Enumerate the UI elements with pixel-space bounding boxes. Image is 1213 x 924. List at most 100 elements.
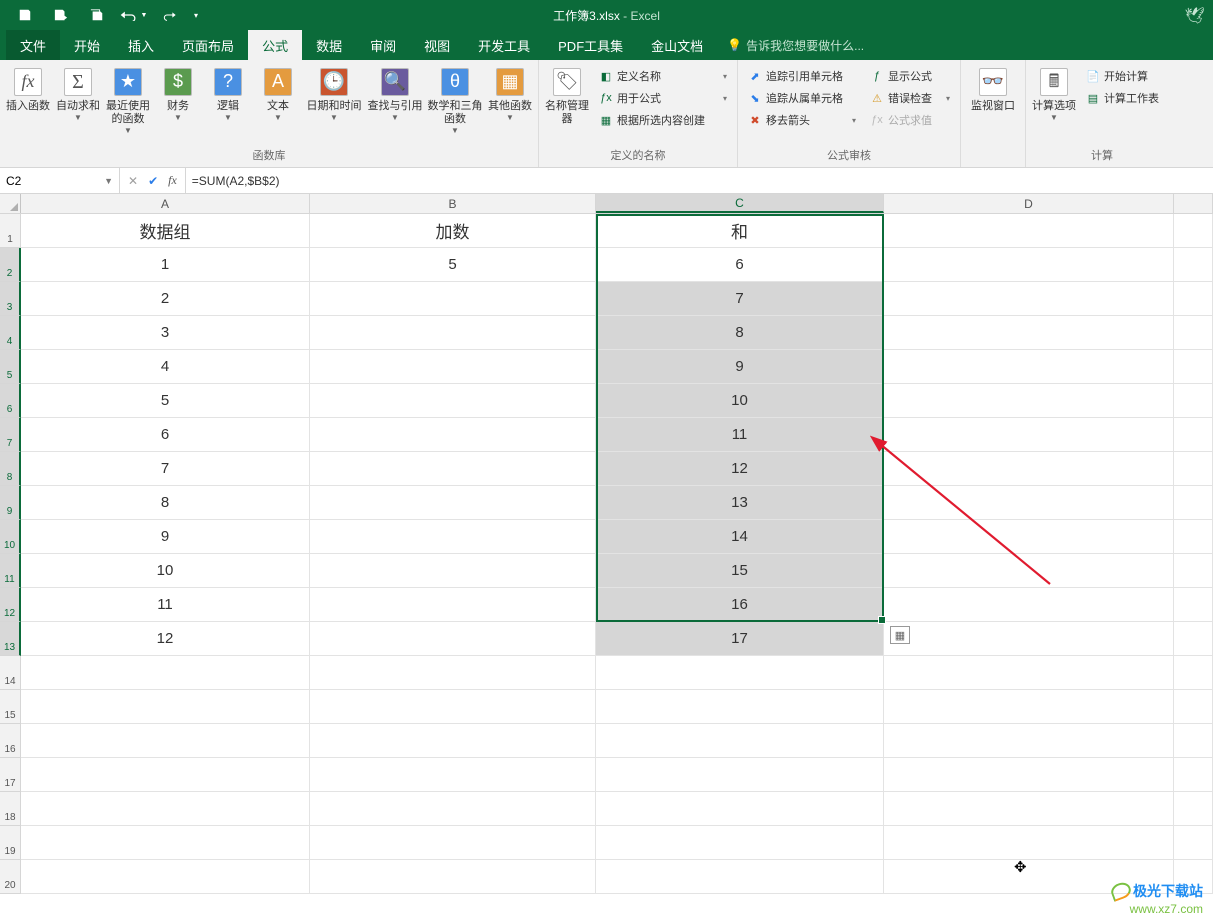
cell[interactable] [310, 486, 596, 520]
cell[interactable] [310, 860, 596, 894]
col-header-A[interactable]: A [21, 194, 310, 213]
cell[interactable] [884, 588, 1174, 622]
worksheet[interactable]: A B C D 1数据组加数和2156327438549651076118712… [0, 194, 1213, 924]
cell[interactable] [310, 520, 596, 554]
cell[interactable] [1174, 282, 1213, 316]
cell[interactable]: 6 [596, 248, 884, 282]
tab-formulas[interactable]: 公式 [248, 30, 302, 60]
cell[interactable] [884, 214, 1174, 248]
cell[interactable] [21, 690, 310, 724]
btn-text[interactable]: A文本▼ [254, 64, 302, 142]
tab-view[interactable]: 视图 [410, 30, 464, 60]
cell[interactable] [1174, 622, 1213, 656]
cell[interactable] [884, 622, 1174, 656]
name-box[interactable]: C2 ▼ [0, 168, 120, 193]
cell[interactable]: 数据组 [21, 214, 310, 248]
cell[interactable]: 7 [21, 452, 310, 486]
enter-icon[interactable]: ✔ [148, 174, 158, 188]
cell[interactable]: 2 [21, 282, 310, 316]
cell[interactable] [1174, 690, 1213, 724]
btn-calc-now[interactable]: 📄开始计算 [1084, 66, 1170, 86]
row-header[interactable]: 3 [0, 282, 21, 316]
tab-review[interactable]: 审阅 [356, 30, 410, 60]
row-header[interactable]: 14 [0, 656, 21, 690]
row-header[interactable]: 5 [0, 350, 21, 384]
cell[interactable]: 9 [21, 520, 310, 554]
cell[interactable] [310, 588, 596, 622]
btn-calc-options[interactable]: 🖩计算选项▼ [1030, 64, 1078, 142]
cell[interactable]: 17 [596, 622, 884, 656]
row-header[interactable]: 12 [0, 588, 21, 622]
cell[interactable]: 10 [21, 554, 310, 588]
cell[interactable] [884, 316, 1174, 350]
cell[interactable] [884, 554, 1174, 588]
cell[interactable] [884, 452, 1174, 486]
btn-calc-sheet[interactable]: ▤计算工作表 [1084, 88, 1170, 108]
cell[interactable] [1174, 520, 1213, 554]
btn-lookup[interactable]: 🔍查找与引用▼ [366, 64, 424, 142]
col-header-C[interactable]: C [596, 194, 884, 213]
btn-create-from-sel[interactable]: ▦根据所选内容创建 [597, 110, 729, 130]
cell[interactable] [310, 690, 596, 724]
qat-redo[interactable] [152, 0, 186, 30]
cell[interactable] [21, 724, 310, 758]
cell[interactable] [310, 758, 596, 792]
btn-trace-dependents[interactable]: ⬊追踪从属单元格 [746, 88, 858, 108]
row-header[interactable]: 13 [0, 622, 21, 656]
qat-save[interactable] [8, 0, 42, 30]
select-all-corner[interactable] [0, 194, 21, 213]
btn-show-formulas[interactable]: ƒ显示公式 [868, 66, 952, 86]
name-box-dropdown[interactable]: ▼ [98, 176, 119, 186]
cell[interactable] [310, 656, 596, 690]
col-header-D[interactable]: D [884, 194, 1174, 213]
btn-watch-window[interactable]: 👓监视窗口 [965, 64, 1021, 142]
cell[interactable] [1174, 214, 1213, 248]
tab-data[interactable]: 数据 [302, 30, 356, 60]
cell[interactable]: 12 [21, 622, 310, 656]
cell[interactable]: 4 [21, 350, 310, 384]
cell[interactable] [1174, 248, 1213, 282]
cell[interactable] [310, 282, 596, 316]
cell[interactable]: 15 [596, 554, 884, 588]
btn-autosum[interactable]: Σ自动求和▼ [54, 64, 102, 142]
cell[interactable] [884, 350, 1174, 384]
cell[interactable] [884, 792, 1174, 826]
tab-pagelayout[interactable]: 页面布局 [168, 30, 248, 60]
cell[interactable] [21, 792, 310, 826]
cell[interactable] [21, 656, 310, 690]
cell[interactable] [1174, 758, 1213, 792]
cell[interactable] [596, 792, 884, 826]
cell[interactable] [884, 384, 1174, 418]
cell[interactable]: 加数 [310, 214, 596, 248]
btn-recent[interactable]: ★最近使用的函数▼ [104, 64, 152, 142]
cell[interactable]: 11 [596, 418, 884, 452]
cell[interactable]: 8 [21, 486, 310, 520]
row-header[interactable]: 19 [0, 826, 21, 860]
cell[interactable]: 9 [596, 350, 884, 384]
cell[interactable] [596, 758, 884, 792]
row-header[interactable]: 8 [0, 452, 21, 486]
cell[interactable] [884, 758, 1174, 792]
btn-insert-function[interactable]: fx插入函数 [4, 64, 52, 142]
cell[interactable] [596, 724, 884, 758]
qat-save-all[interactable] [80, 0, 114, 30]
cell[interactable] [596, 860, 884, 894]
row-header[interactable]: 4 [0, 316, 21, 350]
cell[interactable]: 16 [596, 588, 884, 622]
formula-input[interactable]: =SUM(A2,$B$2) [186, 168, 1213, 193]
cell[interactable] [884, 656, 1174, 690]
cell[interactable] [596, 656, 884, 690]
cell[interactable] [884, 248, 1174, 282]
cell[interactable] [596, 690, 884, 724]
cell[interactable] [310, 418, 596, 452]
row-header[interactable]: 20 [0, 860, 21, 894]
cell[interactable] [884, 282, 1174, 316]
row-header[interactable]: 17 [0, 758, 21, 792]
cell[interactable] [310, 350, 596, 384]
cell[interactable] [884, 826, 1174, 860]
btn-mathtrig[interactable]: θ数学和三角函数▼ [426, 64, 484, 142]
cell[interactable]: 11 [21, 588, 310, 622]
quick-analysis-button[interactable]: ▦ [890, 626, 910, 644]
btn-datetime[interactable]: 🕒日期和时间▼ [304, 64, 364, 142]
cell[interactable]: 7 [596, 282, 884, 316]
